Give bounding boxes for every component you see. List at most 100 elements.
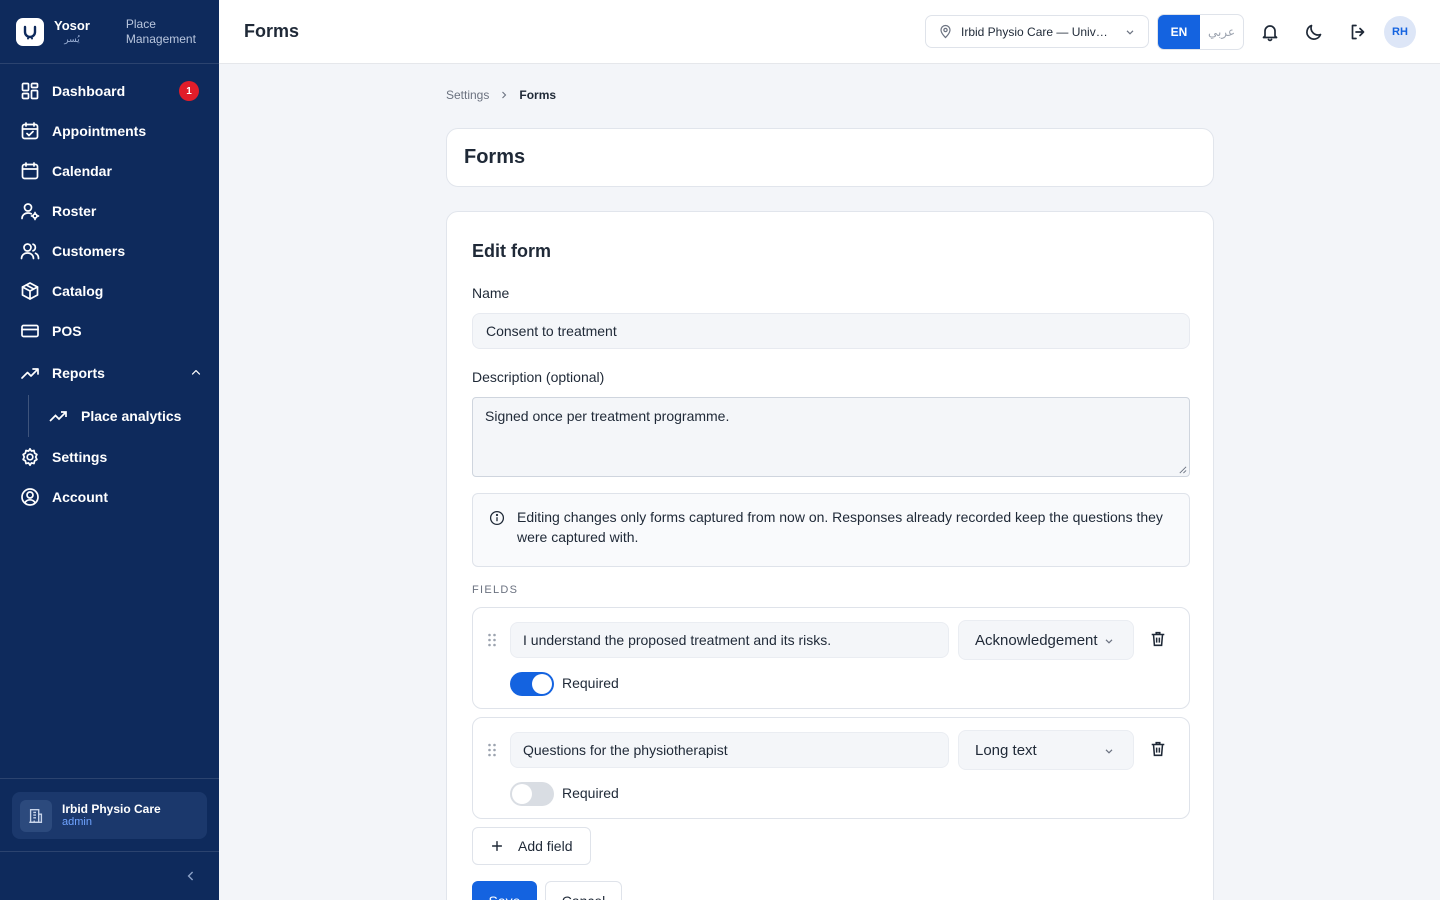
brand-subtitle-line2: Management bbox=[125, 31, 196, 46]
building-icon bbox=[20, 799, 52, 832]
field-type-select[interactable]: Long text bbox=[958, 730, 1134, 770]
plus-icon bbox=[492, 841, 502, 851]
brand-name-en: Yosor bbox=[54, 18, 90, 33]
logout-icon[interactable] bbox=[1348, 22, 1368, 42]
breadcrumb-current: Forms bbox=[519, 88, 557, 102]
chevron-up-icon[interactable] bbox=[189, 365, 203, 379]
trash-icon[interactable] bbox=[1149, 630, 1167, 648]
sidebar-item-label: Roster bbox=[52, 203, 97, 219]
field-type-value: Long text bbox=[975, 741, 1037, 759]
sidebar-item-pos[interactable]: POS bbox=[0, 311, 219, 351]
map-pin-icon bbox=[940, 24, 951, 39]
lang-ar-button[interactable]: عربي bbox=[1200, 15, 1243, 49]
field-type-select[interactable]: Acknowledgement bbox=[958, 620, 1134, 660]
trending-up-icon bbox=[49, 411, 67, 422]
sidebar-item-settings[interactable]: Settings bbox=[0, 437, 219, 477]
name-input[interactable]: Consent to treatment bbox=[472, 313, 1190, 349]
toggle-knob bbox=[532, 674, 552, 694]
place-card-button[interactable]: Irbid Physio Care admin bbox=[12, 792, 207, 839]
sidebar: Yosor يُسر Place Management Dashboard 1 … bbox=[0, 0, 219, 900]
place-selector[interactable]: Irbid Physio Care — University Street bbox=[925, 15, 1149, 48]
sidebar-item-dashboard[interactable]: Dashboard 1 bbox=[0, 71, 219, 111]
page-title: Forms bbox=[464, 146, 526, 168]
moon-icon[interactable] bbox=[1304, 22, 1324, 42]
app-logo-icon[interactable] bbox=[16, 17, 44, 46]
notification-badge: 1 bbox=[179, 81, 199, 101]
users-icon bbox=[20, 243, 40, 260]
user-avatar[interactable]: RH bbox=[1384, 16, 1416, 48]
add-field-label: Add field bbox=[518, 838, 573, 854]
save-button[interactable]: Save bbox=[472, 881, 537, 900]
sidebar-nav: Dashboard 1 Appointments Calendar Roster… bbox=[0, 64, 219, 517]
brand-subtitle-line1: Place bbox=[125, 16, 156, 31]
top-header: Forms Irbid Physio Care — University Str… bbox=[219, 0, 1440, 64]
header-title: Forms bbox=[244, 21, 300, 41]
field-row: I understand the proposed treatment and … bbox=[472, 607, 1190, 709]
sidebar-item-appointments[interactable]: Appointments bbox=[0, 111, 219, 151]
calendar-check-icon bbox=[21, 122, 39, 140]
edit-form-heading: Edit form bbox=[472, 241, 551, 261]
sidebar-item-reports[interactable]: Reports bbox=[0, 351, 219, 395]
user-settings-icon bbox=[21, 203, 40, 221]
user-circle-icon bbox=[21, 488, 39, 506]
bell-icon[interactable] bbox=[1260, 22, 1280, 42]
name-input-value: Consent to treatment bbox=[486, 323, 617, 339]
trash-icon[interactable] bbox=[1149, 740, 1167, 758]
credit-card-icon bbox=[21, 324, 39, 338]
resize-handle-icon[interactable] bbox=[1178, 465, 1187, 474]
add-field-button[interactable]: Add field bbox=[472, 827, 591, 865]
field-question-input[interactable]: I understand the proposed treatment and … bbox=[510, 622, 949, 658]
page-title-card: Forms bbox=[446, 128, 1214, 187]
brand-name: Yosor يُسر bbox=[54, 19, 90, 44]
sidebar-item-place-analytics[interactable]: Place analytics bbox=[0, 395, 219, 437]
drag-handle-icon[interactable] bbox=[487, 633, 497, 647]
sidebar-item-label: Catalog bbox=[52, 283, 104, 299]
field-question-value: I understand the proposed treatment and … bbox=[523, 632, 832, 648]
package-icon bbox=[21, 282, 39, 300]
cancel-button[interactable]: Cancel bbox=[545, 881, 622, 900]
brand: Yosor يُسر Place Management bbox=[0, 0, 219, 64]
sidebar-item-account[interactable]: Account bbox=[0, 477, 219, 517]
required-label: Required bbox=[562, 785, 619, 801]
sidebar-item-catalog[interactable]: Catalog bbox=[0, 271, 219, 311]
sidebar-item-label: POS bbox=[52, 323, 82, 339]
sidebar-item-label: Reports bbox=[52, 365, 105, 381]
description-textarea[interactable]: Signed once per treatment programme. bbox=[472, 397, 1190, 477]
description-label: Description (optional) bbox=[472, 369, 605, 385]
sidebar-item-label: Account bbox=[52, 489, 108, 505]
edit-form-card: Edit form Name Consent to treatment Desc… bbox=[446, 211, 1214, 900]
field-row: Questions for the physiotherapist Long t… bbox=[472, 717, 1190, 819]
sidebar-item-label: Settings bbox=[52, 449, 108, 465]
info-icon bbox=[489, 510, 505, 526]
chevron-down-icon bbox=[1105, 639, 1113, 644]
place-card: Irbid Physio Care admin bbox=[0, 778, 219, 852]
chevron-down-icon bbox=[1126, 30, 1134, 35]
required-toggle[interactable] bbox=[510, 672, 554, 696]
brand-subtitle: Place Management bbox=[126, 17, 196, 47]
breadcrumb: Settings Forms bbox=[446, 88, 556, 102]
breadcrumb-settings-link[interactable]: Settings bbox=[446, 88, 489, 102]
lang-en-button[interactable]: EN bbox=[1158, 15, 1200, 49]
chevron-down-icon bbox=[1105, 749, 1113, 754]
sidebar-item-label: Customers bbox=[52, 243, 126, 259]
sidebar-item-label: Appointments bbox=[52, 123, 147, 139]
place-card-text: Irbid Physio Care admin bbox=[62, 802, 161, 830]
gear-icon bbox=[22, 447, 38, 467]
sidebar-item-customers[interactable]: Customers bbox=[0, 231, 219, 271]
sidebar-item-label: Calendar bbox=[52, 163, 112, 179]
calendar-icon bbox=[21, 162, 39, 180]
toggle-knob bbox=[512, 784, 532, 804]
sidebar-item-roster[interactable]: Roster bbox=[0, 191, 219, 231]
drag-handle-icon[interactable] bbox=[487, 743, 497, 757]
sidebar-item-calendar[interactable]: Calendar bbox=[0, 151, 219, 191]
place-name: Irbid Physio Care bbox=[62, 801, 161, 816]
name-label: Name bbox=[472, 285, 510, 301]
place-role: admin bbox=[62, 816, 92, 829]
sidebar-item-label: Place analytics bbox=[81, 408, 182, 424]
field-question-input[interactable]: Questions for the physiotherapist bbox=[510, 732, 949, 768]
brand-name-ar: يُسر bbox=[64, 34, 80, 44]
info-notice-text: Editing changes only forms captured from… bbox=[517, 509, 1163, 545]
required-toggle[interactable] bbox=[510, 782, 554, 806]
description-value: Signed once per treatment programme. bbox=[485, 408, 730, 424]
collapse-sidebar-chevron-left-icon[interactable] bbox=[183, 868, 199, 884]
